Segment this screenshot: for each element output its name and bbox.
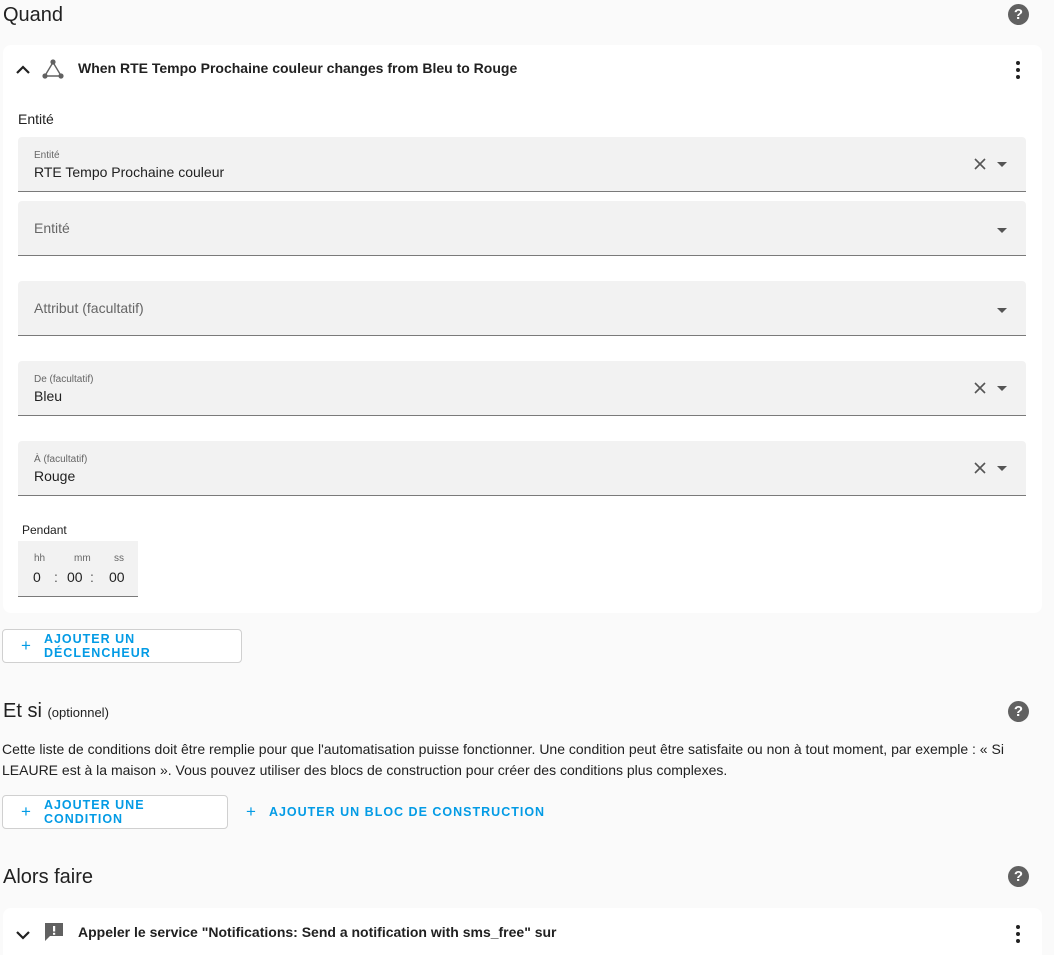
attribute-field[interactable]: Attribut (facultatif) — [18, 281, 1026, 336]
add-building-block-label: AJOUTER UN BLOC DE CONSTRUCTION — [268, 805, 546, 819]
action-menu-icon[interactable] — [1016, 925, 1020, 943]
state-graph-icon — [41, 57, 65, 86]
actions-section-title: Alors faire — [3, 866, 94, 888]
action-header[interactable]: Appeler le service "Notifications: Send … — [78, 924, 557, 940]
hours-label: hh — [34, 553, 46, 564]
seconds-label: ss — [114, 553, 124, 564]
trigger-menu-icon[interactable] — [1016, 61, 1020, 79]
dropdown-arrow-icon[interactable] — [997, 228, 1007, 233]
dropdown-arrow-icon[interactable] — [997, 308, 1007, 313]
message-alert-icon — [43, 921, 65, 948]
duration-label: Pendant — [22, 523, 67, 537]
time-separator: : — [90, 569, 94, 585]
action-card: Appeler le service "Notifications: Send … — [3, 908, 1042, 955]
help-icon[interactable]: ? — [1008, 866, 1029, 887]
conditions-description: Cette liste de conditions doit être remp… — [2, 741, 1004, 778]
entity-empty-placeholder: Entité — [34, 220, 70, 236]
minutes-value[interactable]: 00 — [67, 569, 83, 585]
conditions-title-suffix: (optionnel) — [47, 705, 109, 720]
clear-icon[interactable] — [974, 462, 986, 474]
dropdown-arrow-icon[interactable] — [997, 386, 1007, 391]
from-field-value: Bleu — [34, 388, 63, 404]
clear-icon[interactable] — [974, 382, 986, 394]
entity-field-label: Entité — [34, 150, 60, 161]
hours-value[interactable]: 0 — [33, 569, 41, 585]
expand-chevron-icon[interactable] — [16, 927, 30, 945]
collapse-chevron-icon[interactable] — [16, 62, 30, 80]
dropdown-arrow-icon[interactable] — [997, 466, 1007, 471]
from-field-label: De (facultatif) — [34, 374, 94, 385]
to-field-label: À (facultatif) — [34, 454, 88, 465]
clear-icon[interactable] — [974, 158, 986, 170]
add-building-block-button[interactable]: + AJOUTER UN BLOC DE CONSTRUCTION — [246, 795, 545, 829]
time-separator: : — [54, 569, 58, 585]
plus-icon: + — [21, 636, 32, 655]
add-condition-button[interactable]: + AJOUTER UNE CONDITION — [2, 795, 228, 829]
help-icon[interactable]: ? — [1008, 4, 1029, 25]
to-field[interactable]: À (facultatif) Rouge — [18, 441, 1026, 496]
conditions-section-title: Et si (optionnel) — [3, 700, 109, 723]
entity-field[interactable]: Entité RTE Tempo Prochaine couleur — [18, 137, 1026, 192]
add-trigger-button[interactable]: + AJOUTER UN DÉCLENCHEUR — [2, 629, 242, 663]
minutes-label: mm — [74, 553, 91, 564]
from-field[interactable]: De (facultatif) Bleu — [18, 361, 1026, 416]
attribute-placeholder: Attribut (facultatif) — [34, 300, 144, 316]
add-condition-label: AJOUTER UNE CONDITION — [43, 798, 145, 826]
trigger-header[interactable]: When RTE Tempo Prochaine couleur changes… — [78, 60, 517, 76]
entity-section-label: Entité — [18, 111, 54, 127]
duration-input[interactable]: hh mm ss 0 : 00 : 00 — [18, 541, 138, 597]
plus-icon: + — [21, 802, 32, 821]
help-icon[interactable]: ? — [1008, 701, 1029, 722]
dropdown-arrow-icon[interactable] — [997, 162, 1007, 167]
to-field-value: Rouge — [34, 468, 76, 484]
conditions-title: Et si — [3, 700, 42, 722]
entity-empty-field[interactable]: Entité — [18, 201, 1026, 256]
add-trigger-label: AJOUTER UN DÉCLENCHEUR — [43, 632, 151, 660]
plus-icon: + — [246, 802, 257, 821]
seconds-value[interactable]: 00 — [109, 569, 125, 585]
when-section-title: Quand — [3, 4, 64, 26]
entity-field-value: RTE Tempo Prochaine couleur — [34, 164, 225, 180]
